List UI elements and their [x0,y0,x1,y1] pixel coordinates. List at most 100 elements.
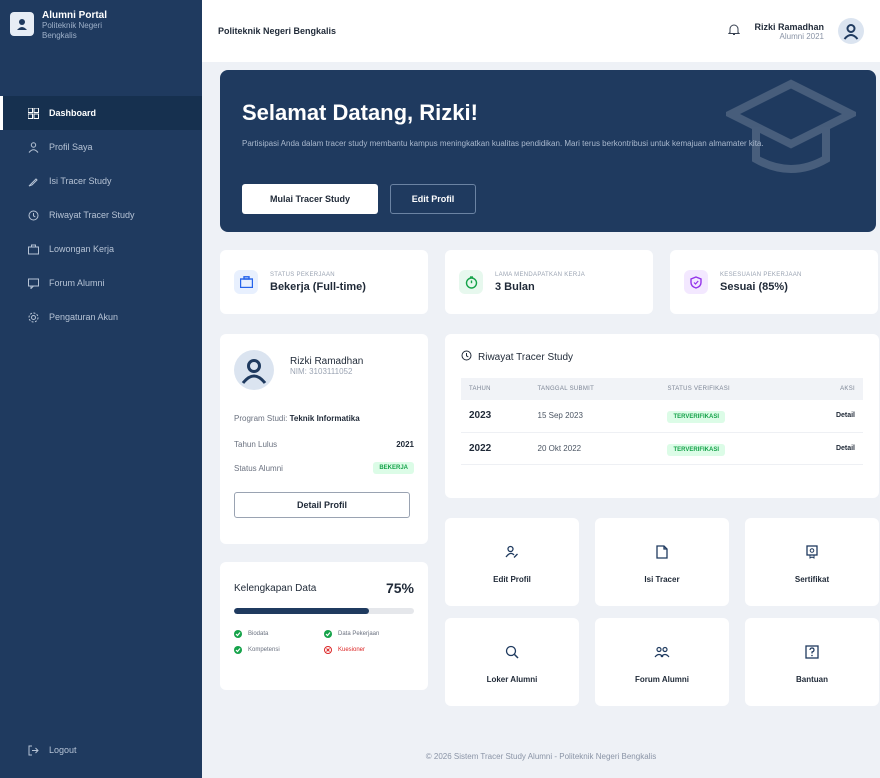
briefcase-icon [27,243,39,255]
profile-card: Rizki Ramadhan NIM: 3103111052 Program S… [220,334,428,544]
stat-label: LAMA MENDAPATKAN KERJA [495,271,586,278]
check-icon [234,646,242,654]
chat-icon [27,277,39,289]
table-row: 2023 15 Sep 2023 TERVERIFIKASI Detail [461,400,863,433]
people-icon [651,641,673,663]
check-icon [234,630,242,638]
column-header: TAHUN [461,378,530,400]
quick-edit-profile[interactable]: Edit Profil [445,518,579,606]
brand-subtitle: Politeknik Negeri Bengkalis [42,21,103,40]
sidebar-item-riwayat[interactable]: Riwayat Tracer Study [0,198,202,232]
sidebar-item-lowongan[interactable]: Lowongan Kerja [0,232,202,266]
quick-loker-alumni[interactable]: Loker Alumni [445,618,579,706]
logout-label: Logout [49,745,77,755]
checklist-item: Data Pekerjaan [324,630,414,638]
check-icon [324,630,332,638]
row-date: 15 Sep 2023 [529,400,660,433]
history-card: Riwayat Tracer Study TAHUN TANGGAL SUBMI… [445,334,879,498]
history-icon [27,209,39,221]
column-header: TANGGAL SUBMIT [529,378,660,400]
sidebar-item-label: Forum Alumni [49,278,105,288]
sidebar-item-label: Pengaturan Akun [49,312,119,322]
edit-profile-button[interactable]: Edit Profil [390,184,476,214]
checklist-item: Kompetensi [234,646,324,654]
quick-label: Isi Tracer [644,574,680,584]
year-value: 2021 [396,440,414,449]
column-header: AKSI [800,378,863,400]
sidebar-item-label: Dashboard [49,108,97,118]
quick-isi-tracer[interactable]: Isi Tracer [595,518,729,606]
logout-icon [27,744,39,756]
history-table: TAHUN TANGGAL SUBMIT STATUS VERIFIKASI A… [461,378,863,465]
quick-label: Bantuan [796,674,828,684]
stat-value: Sesuai (85%) [720,280,788,293]
status-badge: TERVERIFIKASI [667,443,726,456]
quick-sertifikat[interactable]: Sertifikat [745,518,879,606]
cross-icon [324,646,332,654]
edit-icon [27,175,39,187]
sidebar-item-pengaturan[interactable]: Pengaturan Akun [0,300,202,334]
sidebar-item-profil[interactable]: Profil Saya [0,130,202,164]
checklist-item: Biodata [234,630,324,638]
status-badge: BEKERJA [373,462,414,474]
settings-icon [27,311,39,323]
quick-label: Sertifikat [794,574,830,584]
welcome-banner: Selamat Datang, Rizki! Partisipasi Anda … [220,70,876,232]
sidebar-item-isi-tracer[interactable]: Isi Tracer Study [0,164,202,198]
welcome-text: Partisipasi Anda dalam tracer study memb… [242,139,764,148]
quick-label: Edit Profil [493,574,531,584]
stat-card-fit: KESESUAIAN PEKERJAAN Sesuai (85%) [670,250,878,314]
detail-link[interactable]: Detail [800,400,863,433]
checklist-item: Kuesioner [324,646,414,654]
prodi-value: Teknik Informatika [289,414,360,423]
start-tracer-button[interactable]: Mulai Tracer Study [242,184,378,214]
completeness-checklist: Biodata Data Pekerjaan Kompetensi Kuesio… [234,630,414,654]
quick-label: Forum Alumni [635,674,689,684]
institution-name: Politeknik Negeri Bengkalis [218,26,337,36]
logout-button[interactable]: Logout [0,744,77,756]
graduation-cap-icon [726,79,856,173]
profile-row-prodi: Program Studi: Teknik Informatika [234,414,360,423]
avatar[interactable] [838,18,864,44]
detail-link[interactable]: Detail [800,432,863,465]
column-header: STATUS VERIFIKASI [659,378,801,400]
stat-value: 3 Bulan [495,280,535,293]
completeness-card: Kelengkapan Data 75% Biodata Data Pekerj… [220,562,428,690]
quick-bantuan[interactable]: Bantuan [745,618,879,706]
footer: © 2026 Sistem Tracer Study Alumni - Poli… [425,752,657,761]
main-content: Selamat Datang, Rizki! Partisipasi Anda … [202,62,880,778]
status-label: Status Alumni [234,463,283,473]
quick-label: Loker Alumni [486,674,538,684]
profile-name: Rizki Ramadhan [290,356,364,367]
table-row: 2022 20 Okt 2022 TERVERIFIKASI Detail [461,432,863,465]
row-year: 2023 [461,400,530,433]
user-menu[interactable]: Rizki Ramadhan Alumni 2021 [754,22,824,41]
briefcase-icon [234,270,258,294]
sidebar-item-label: Riwayat Tracer Study [49,210,135,220]
brand-logo-icon [10,12,34,36]
document-icon [651,541,673,563]
detail-profile-button[interactable]: Detail Profil [234,492,410,518]
dashboard-icon [27,107,39,119]
sidebar: Alumni Portal Politeknik Negeri Bengkali… [0,0,202,778]
sidebar-item-forum[interactable]: Forum Alumni [0,266,202,300]
quick-forum-alumni[interactable]: Forum Alumni [595,618,729,706]
user-icon [27,141,39,153]
brand-title: Alumni Portal [42,10,108,21]
row-date: 20 Okt 2022 [529,432,660,465]
welcome-title: Selamat Datang, Rizki! [242,100,478,125]
clock-icon [459,270,483,294]
profile-nim: NIM: 3103111052 [290,367,353,376]
completeness-progress-bar [234,608,414,614]
avatar [234,350,274,390]
status-badge: TERVERIFIKASI [667,411,726,424]
completeness-title: Kelengkapan Data [234,582,317,594]
history-icon [461,350,472,364]
sidebar-item-dashboard[interactable]: Dashboard [0,96,202,130]
certificate-icon [801,541,823,563]
topbar: Politeknik Negeri Bengkalis Rizki Ramadh… [202,0,880,62]
stat-value: Bekerja (Full-time) [270,280,366,293]
shield-icon [684,270,708,294]
bell-icon[interactable] [728,23,741,39]
brand: Alumni Portal Politeknik Negeri Bengkali… [0,0,202,62]
